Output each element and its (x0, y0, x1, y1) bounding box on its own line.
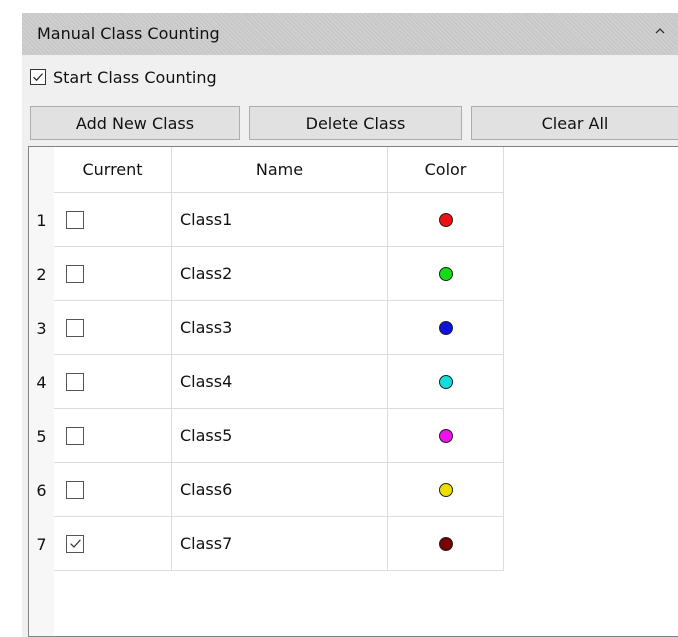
class-table[interactable]: Current Name Color 1 Class1 2 Class2 3 Class3… (28, 146, 678, 637)
delete-class-button[interactable]: Delete Class (249, 106, 462, 140)
current-cell[interactable] (54, 409, 172, 463)
class-name-cell[interactable]: Class6 (172, 463, 388, 517)
current-checkbox[interactable] (66, 372, 84, 391)
column-header-current[interactable]: Current (54, 147, 172, 193)
panel-title: Manual Class Counting (37, 24, 220, 43)
chevron-up-icon[interactable] (652, 23, 668, 39)
current-checkbox[interactable] (66, 480, 84, 499)
row-number[interactable]: 7 (29, 517, 54, 571)
start-class-counting-label: Start Class Counting (53, 67, 217, 87)
class-name-cell[interactable]: Class2 (172, 247, 388, 301)
current-cell[interactable] (54, 193, 172, 247)
table-row[interactable]: 2 Class2 (29, 247, 504, 301)
current-checkbox[interactable] (66, 318, 84, 337)
start-class-counting-checkbox[interactable] (30, 69, 46, 85)
row-number[interactable]: 6 (29, 463, 54, 517)
current-checkbox[interactable] (66, 426, 84, 445)
clear-all-button[interactable]: Clear All (471, 106, 678, 140)
table-row[interactable]: 1 Class1 (29, 193, 504, 247)
table-row[interactable]: 5 Class5 (29, 409, 504, 463)
color-cell[interactable] (388, 193, 504, 247)
color-cell[interactable] (388, 301, 504, 355)
color-swatch (438, 212, 453, 227)
current-cell[interactable] (54, 247, 172, 301)
current-cell[interactable] (54, 355, 172, 409)
column-header-color[interactable]: Color (388, 147, 504, 193)
table-row[interactable]: 3 Class3 (29, 301, 504, 355)
column-header-name[interactable]: Name (172, 147, 388, 193)
row-number[interactable]: 1 (29, 193, 54, 247)
class-name-cell[interactable]: Class7 (172, 517, 388, 571)
class-name-cell[interactable]: Class4 (172, 355, 388, 409)
row-number[interactable]: 5 (29, 409, 54, 463)
checkmark-icon (69, 539, 81, 548)
current-cell[interactable] (54, 517, 172, 571)
panel-header[interactable]: Manual Class Counting (22, 13, 678, 55)
checkmark-icon (33, 73, 43, 82)
add-new-class-button[interactable]: Add New Class (30, 106, 240, 140)
color-cell[interactable] (388, 247, 504, 301)
manual-class-counting-panel: Manual Class Counting Start Class Counti… (22, 13, 678, 637)
row-number[interactable]: 2 (29, 247, 54, 301)
row-number[interactable]: 4 (29, 355, 54, 409)
color-swatch (438, 320, 453, 335)
color-cell[interactable] (388, 517, 504, 571)
color-swatch (438, 266, 453, 281)
table-row[interactable]: 6 Class6 (29, 463, 504, 517)
start-class-counting-option[interactable]: Start Class Counting (30, 65, 217, 89)
current-checkbox[interactable] (66, 534, 84, 553)
current-cell[interactable] (54, 463, 172, 517)
row-number[interactable]: 3 (29, 301, 54, 355)
color-swatch (438, 482, 453, 497)
class-name-cell[interactable]: Class1 (172, 193, 388, 247)
table-row[interactable]: 7 Class7 (29, 517, 504, 571)
table-row[interactable]: 4 Class4 (29, 355, 504, 409)
color-cell[interactable] (388, 463, 504, 517)
class-name-cell[interactable]: Class5 (172, 409, 388, 463)
color-cell[interactable] (388, 409, 504, 463)
color-swatch (438, 428, 453, 443)
current-cell[interactable] (54, 301, 172, 355)
color-swatch (438, 536, 453, 551)
class-name-cell[interactable]: Class3 (172, 301, 388, 355)
current-checkbox[interactable] (66, 264, 84, 283)
current-checkbox[interactable] (66, 210, 84, 229)
color-cell[interactable] (388, 355, 504, 409)
color-swatch (438, 374, 453, 389)
